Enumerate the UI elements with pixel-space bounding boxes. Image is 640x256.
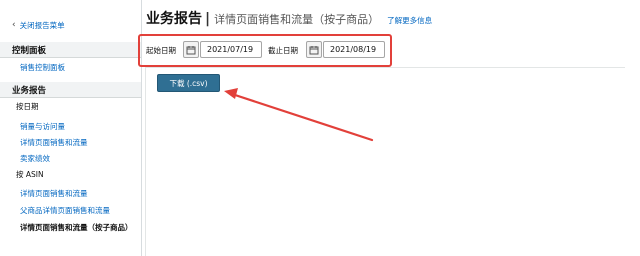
by-asin-header: 按 ASIN — [16, 170, 44, 179]
business-reports-section-header: 业务报告 — [0, 82, 141, 98]
close-report-menu-link[interactable]: ‹ 关闭报告菜单 — [12, 19, 65, 31]
sidebar-item-parent-detail-page-sales[interactable]: 父商品详情页面销售和流量 — [20, 206, 110, 216]
sidebar-item-seller-performance[interactable]: 卖家绩效 — [20, 154, 50, 164]
end-date-calendar-button[interactable] — [306, 41, 322, 58]
title-separator: | — [205, 11, 211, 27]
start-date-input[interactable]: 2021/07/19 — [200, 41, 262, 58]
sidebar-item-current-child-detail-page[interactable]: 详情页面销售和流量（按子商品） — [20, 223, 138, 233]
report-content-panel — [145, 67, 625, 256]
learn-more-link[interactable]: 了解更多信息 — [387, 15, 432, 26]
page-header: 业务报告 | 详情页面销售和流量（按子商品） 了解更多信息 — [146, 8, 432, 28]
download-csv-button[interactable]: 下载 (.csv) — [157, 74, 220, 92]
end-date-label: 截止日期 — [268, 46, 298, 55]
sidebar-item-sales-dashboard[interactable]: 销售控制面板 — [20, 63, 65, 73]
sidebar-item-detail-page-sales-by-asin[interactable]: 详情页面销售和流量 — [20, 189, 88, 199]
calendar-icon — [186, 45, 196, 54]
start-date-label: 起始日期 — [146, 46, 176, 55]
close-report-menu-label: 关闭报告菜单 — [19, 20, 65, 30]
sidebar-item-sales-traffic[interactable]: 销量与访问量 — [20, 122, 65, 132]
page-title: 业务报告 — [146, 11, 202, 27]
page-subtitle: 详情页面销售和流量（按子商品） — [214, 13, 380, 26]
report-sidebar: ‹ 关闭报告菜单 控制面板 销售控制面板 业务报告 按日期 销量与访问量 详情页… — [0, 0, 142, 256]
by-date-header: 按日期 — [16, 102, 39, 111]
start-date-calendar-button[interactable] — [183, 41, 199, 58]
sidebar-item-detail-page-sales-by-date[interactable]: 详情页面销售和流量 — [20, 138, 88, 148]
calendar-icon — [309, 45, 319, 54]
end-date-input[interactable]: 2021/08/19 — [323, 41, 385, 58]
dashboards-section-header: 控制面板 — [0, 42, 141, 58]
chevron-left-icon: ‹ — [12, 19, 16, 30]
